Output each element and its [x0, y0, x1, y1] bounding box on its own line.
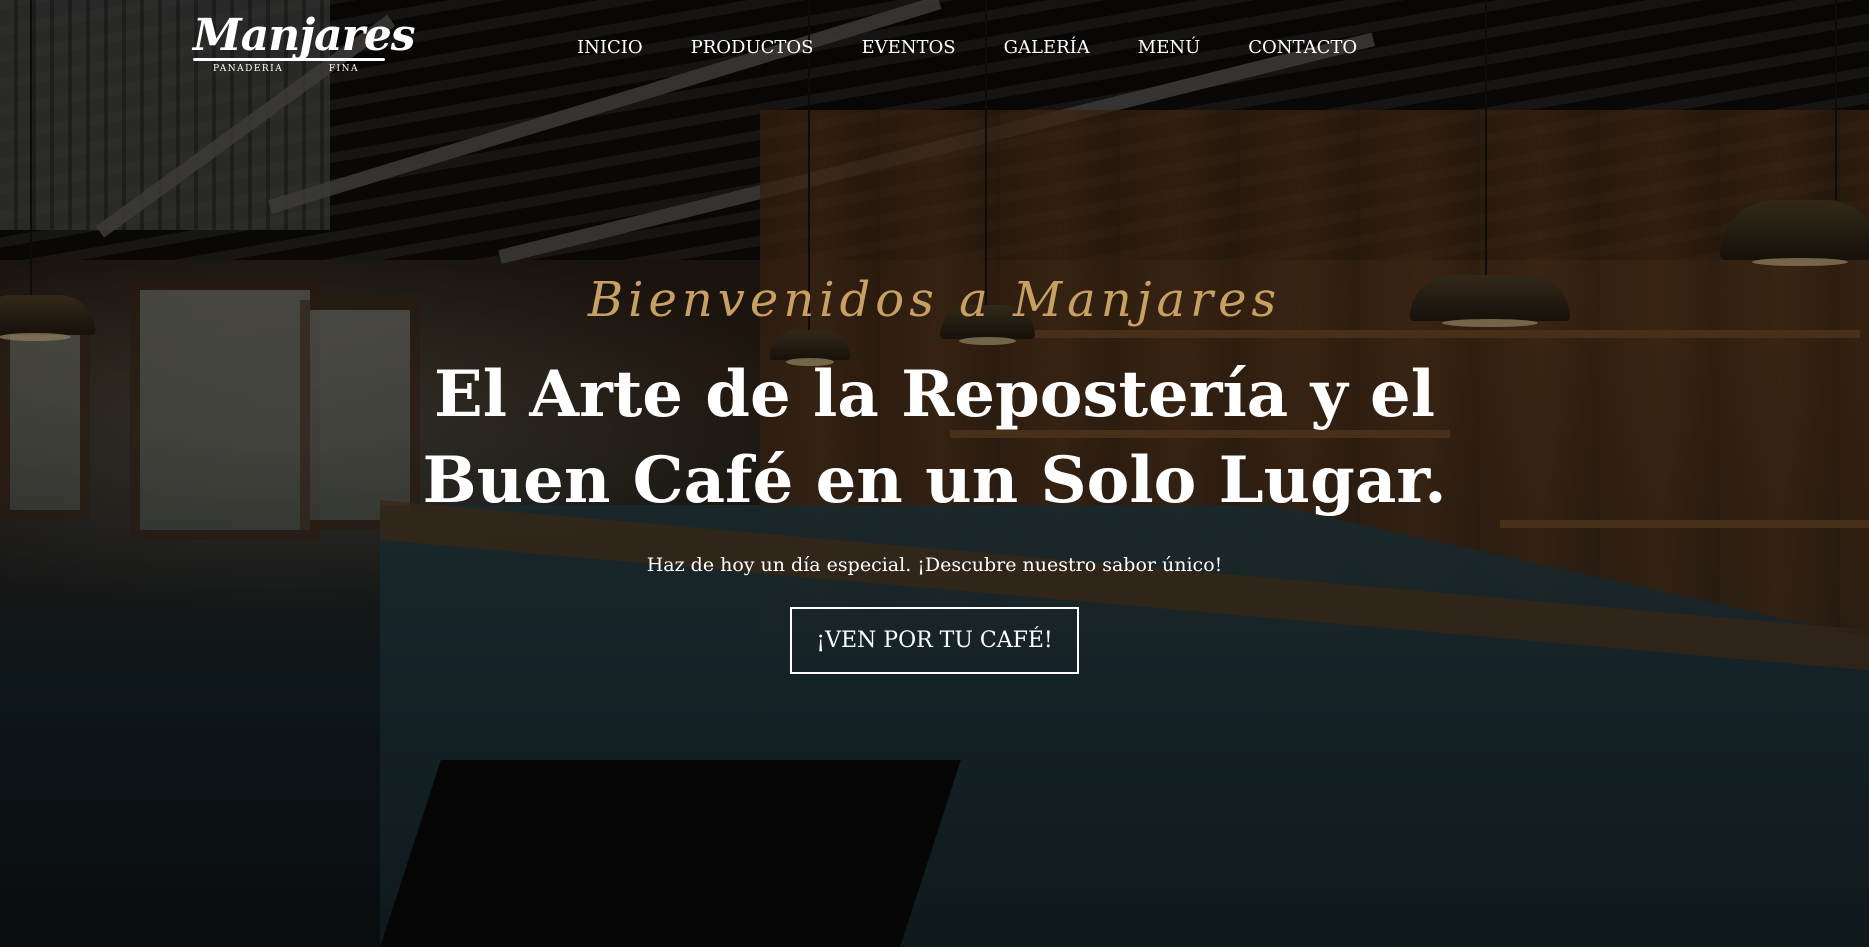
hero-headline: El Arte de la Repostería y el Buen Café … [0, 352, 1869, 524]
welcome-script-heading: Bienvenidos a Manjares [587, 272, 1282, 328]
nav-item-contacto[interactable]: CONTACTO [1248, 36, 1357, 60]
hero-section: Manjares PANADERIA FINA INICIO PRODUCTOS… [0, 0, 1869, 947]
hero-tagline: Haz de hoy un día especial. ¡Descubre nu… [646, 554, 1223, 576]
nav-item-inicio[interactable]: INICIO [577, 36, 643, 60]
logo-subtitle-right: FINA [328, 64, 359, 74]
logo-swash [193, 58, 385, 61]
main-nav: INICIO PRODUCTOS EVENTOS GALERÍA MENÚ CO… [577, 36, 1357, 60]
nav-item-menu[interactable]: MENÚ [1138, 36, 1201, 60]
logo-subtitle-left: PANADERIA [213, 64, 284, 74]
headline-line-2: Buen Café en un Solo Lugar. [422, 443, 1447, 518]
nav-item-productos[interactable]: PRODUCTOS [691, 36, 814, 60]
nav-item-eventos[interactable]: EVENTOS [862, 36, 956, 60]
nav-item-galeria[interactable]: GALERÍA [1004, 36, 1090, 60]
cta-button[interactable]: ¡VEN POR TU CAFÉ! [790, 607, 1079, 674]
headline-line-1: El Arte de la Repostería y el [433, 357, 1436, 432]
logo-wordmark: Manjares [193, 10, 416, 61]
brand-logo[interactable]: Manjares PANADERIA FINA [193, 10, 416, 78]
